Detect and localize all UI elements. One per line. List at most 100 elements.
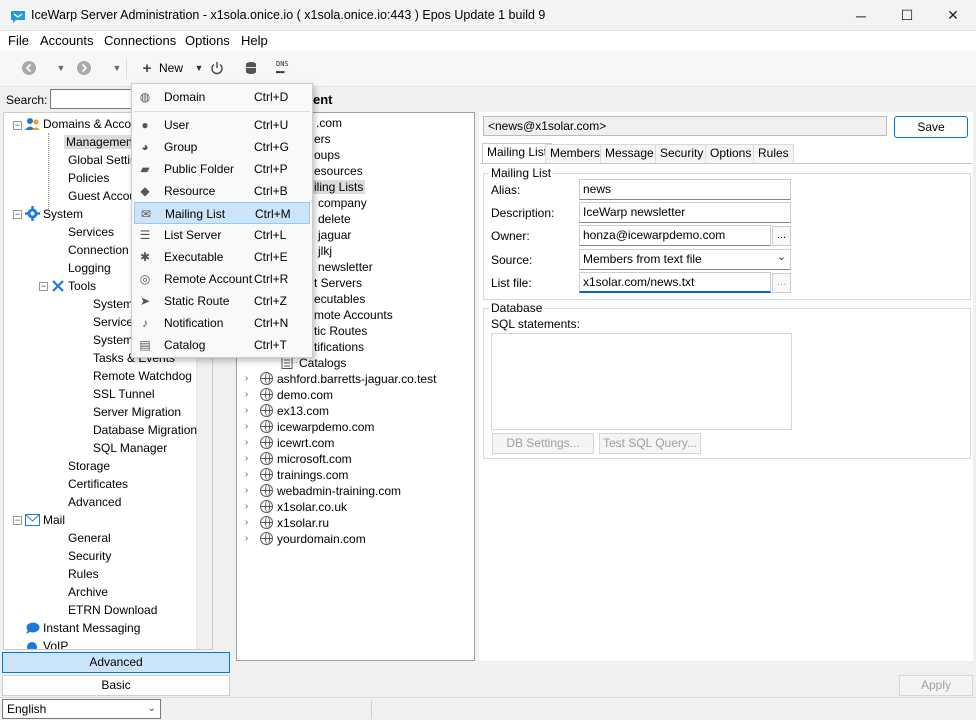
tree-mail[interactable]: Mail bbox=[43, 513, 65, 527]
domain-item[interactable]: icewarpdemo.com bbox=[260, 420, 374, 434]
collapse-icon[interactable]: − bbox=[13, 516, 22, 525]
owner-field[interactable]: honza@icewarpdemo.com bbox=[579, 225, 771, 246]
domain-item[interactable]: demo.com bbox=[260, 388, 333, 402]
tree-storage[interactable]: Storage bbox=[68, 459, 110, 473]
mid-item[interactable]: tic Routes bbox=[314, 324, 367, 338]
tree-server-migration[interactable]: Server Migration bbox=[93, 405, 181, 419]
mid-item[interactable]: jlkj bbox=[318, 244, 332, 258]
tab-options[interactable]: Options bbox=[705, 144, 757, 163]
mid-item[interactable]: delete bbox=[318, 212, 351, 226]
list-file-field[interactable]: x1solar.com/news.txt bbox=[579, 272, 771, 293]
tab-members[interactable]: Members bbox=[545, 144, 606, 163]
tree-tools[interactable]: Tools bbox=[68, 279, 96, 293]
expand-chevron-icon[interactable]: › bbox=[245, 485, 248, 496]
mid-item[interactable]: ers bbox=[314, 132, 331, 146]
tree-certificates[interactable]: Certificates bbox=[68, 477, 128, 491]
tree-policies[interactable]: Policies bbox=[68, 171, 109, 185]
menu-help[interactable]: Help bbox=[241, 33, 268, 48]
dns-icon[interactable]: DNS ▬▬ bbox=[276, 60, 289, 76]
tree-logging[interactable]: Logging bbox=[68, 261, 111, 275]
menu-item-static-route[interactable]: ➤ Static Route Ctrl+Z bbox=[134, 290, 310, 312]
description-field[interactable]: IceWarp newsletter bbox=[579, 202, 791, 223]
tree-security[interactable]: Security bbox=[68, 549, 111, 563]
sql-statements-area[interactable] bbox=[491, 333, 792, 430]
tree-instant-messaging[interactable]: Instant Messaging bbox=[43, 621, 140, 635]
power-icon[interactable] bbox=[208, 59, 226, 77]
expand-chevron-icon[interactable]: › bbox=[245, 421, 248, 432]
expand-chevron-icon[interactable]: › bbox=[245, 389, 248, 400]
apply-button[interactable]: Apply bbox=[899, 675, 973, 696]
mid-item[interactable]: newsletter bbox=[318, 260, 373, 274]
db-settings-button[interactable]: DB Settings... bbox=[492, 433, 594, 454]
save-button[interactable]: Save bbox=[894, 116, 968, 138]
collapse-icon[interactable]: − bbox=[39, 282, 48, 291]
tree-etrn-download[interactable]: ETRN Download bbox=[68, 603, 157, 617]
maximize-button[interactable]: ☐ bbox=[884, 0, 930, 31]
domain-item[interactable]: x1solar.ru bbox=[260, 516, 329, 530]
domain-item[interactable]: microsoft.com bbox=[260, 452, 352, 466]
tab-security[interactable]: Security bbox=[655, 144, 709, 163]
menu-item-user[interactable]: ● User Ctrl+U bbox=[134, 114, 310, 136]
tree-rules[interactable]: Rules bbox=[68, 567, 99, 581]
tree-ssl-tunnel[interactable]: SSL Tunnel bbox=[93, 387, 155, 401]
tree-database-migration[interactable]: Database Migration bbox=[93, 423, 197, 437]
menu-item-resource[interactable]: ◆ Resource Ctrl+B bbox=[134, 180, 310, 202]
menu-item-list-server[interactable]: ☰ List Server Ctrl+L bbox=[134, 224, 310, 246]
tab-rules[interactable]: Rules bbox=[753, 144, 794, 163]
back-icon[interactable] bbox=[20, 59, 38, 77]
owner-browse-button[interactable]: ... bbox=[772, 226, 791, 246]
tree-archive[interactable]: Archive bbox=[68, 585, 108, 599]
tree-remote-watchdog[interactable]: Remote Watchdog bbox=[93, 369, 192, 383]
menu-item-catalog[interactable]: ▤ Catalog Ctrl+T bbox=[134, 334, 310, 356]
tree-connection[interactable]: Connection bbox=[68, 243, 129, 257]
expand-chevron-icon[interactable]: › bbox=[245, 437, 248, 448]
expand-chevron-icon[interactable]: › bbox=[245, 533, 248, 544]
domain-item[interactable]: icewrt.com bbox=[260, 436, 334, 450]
menu-item-notification[interactable]: ♪ Notification Ctrl+N bbox=[134, 312, 310, 334]
expand-chevron-icon[interactable]: › bbox=[245, 501, 248, 512]
mid-item[interactable]: mote Accounts bbox=[314, 308, 393, 322]
back-dropdown-icon[interactable]: ▼ bbox=[52, 59, 70, 77]
menu-item-executable[interactable]: ✱ Executable Ctrl+E bbox=[134, 246, 310, 268]
menu-item-public-folder[interactable]: ▰ Public Folder Ctrl+P bbox=[134, 158, 310, 180]
list-file-browse-button[interactable]: ... bbox=[772, 273, 791, 293]
mid-item-catalogs[interactable]: Catalogs bbox=[299, 356, 346, 370]
tree-advanced[interactable]: Advanced bbox=[68, 495, 121, 509]
source-select[interactable]: Members from text file ⌄ bbox=[579, 249, 791, 270]
domain-item[interactable]: webadmin-training.com bbox=[260, 484, 401, 498]
menu-item-mailing-list[interactable]: ✉ Mailing List Ctrl+M bbox=[134, 202, 310, 224]
domain-item[interactable]: x1solar.co.uk bbox=[260, 500, 347, 514]
search-input[interactable] bbox=[50, 89, 140, 109]
expand-chevron-icon[interactable]: › bbox=[245, 453, 248, 464]
expand-chevron-icon[interactable]: › bbox=[245, 517, 248, 528]
new-button-label[interactable]: New bbox=[159, 61, 183, 75]
domain-item[interactable]: trainings.com bbox=[260, 468, 348, 482]
menu-item-domain[interactable]: ◍ Domain Ctrl+D bbox=[134, 86, 310, 108]
collapse-icon[interactable]: − bbox=[13, 210, 22, 219]
forward-icon[interactable] bbox=[75, 59, 93, 77]
menu-connections[interactable]: Connections bbox=[104, 33, 176, 48]
forward-dropdown-icon[interactable]: ▼ bbox=[108, 59, 126, 77]
mid-item[interactable]: company bbox=[318, 196, 367, 210]
tree-general[interactable]: General bbox=[68, 531, 111, 545]
menu-item-group[interactable]: ◕ Group Ctrl+G bbox=[134, 136, 310, 158]
domain-item[interactable]: ex13.com bbox=[260, 404, 329, 418]
expand-chevron-icon[interactable]: › bbox=[245, 373, 248, 384]
domain-item[interactable]: ashford.barretts-jaguar.co.test bbox=[260, 372, 436, 386]
alias-field[interactable]: news bbox=[579, 179, 791, 200]
menu-file[interactable]: File bbox=[8, 33, 29, 48]
minimize-button[interactable]: ─ bbox=[838, 0, 884, 31]
mid-item-mailing-lists[interactable]: iling Lists bbox=[312, 180, 366, 194]
language-select[interactable]: English ⌄ bbox=[2, 699, 161, 719]
menu-options[interactable]: Options bbox=[185, 33, 230, 48]
mid-item[interactable]: tifications bbox=[314, 340, 364, 354]
expand-chevron-icon[interactable]: › bbox=[245, 405, 248, 416]
menu-accounts[interactable]: Accounts bbox=[40, 33, 93, 48]
mid-item[interactable]: t Servers bbox=[314, 276, 362, 290]
plus-icon[interactable]: + bbox=[138, 59, 156, 77]
test-sql-query-button[interactable]: Test SQL Query... bbox=[599, 433, 701, 454]
tree-management[interactable]: Management bbox=[64, 135, 139, 149]
collapse-icon[interactable]: − bbox=[13, 121, 22, 130]
domain-item[interactable]: yourdomain.com bbox=[260, 532, 366, 546]
mid-item[interactable]: .com bbox=[316, 116, 342, 130]
